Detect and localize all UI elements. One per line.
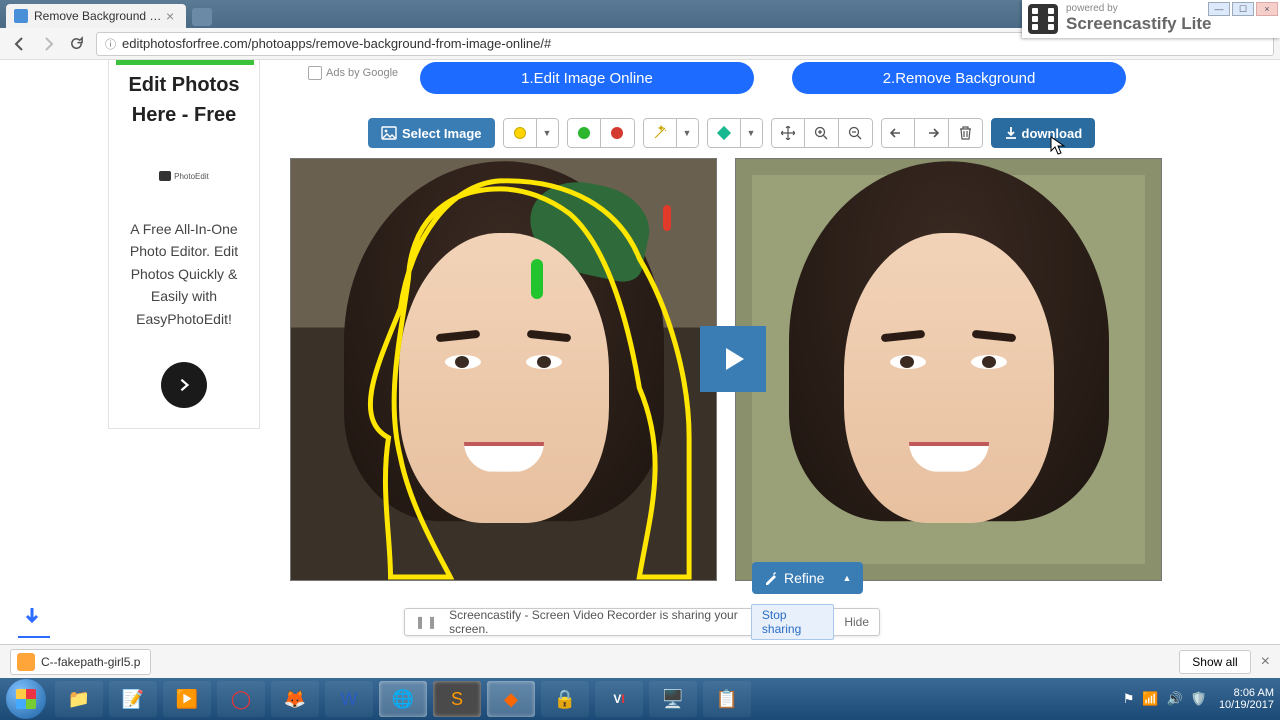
red-dot-icon (611, 127, 623, 139)
outline-yellow-dropdown[interactable]: ▼ (537, 118, 559, 148)
stop-sharing-button[interactable]: Stop sharing (751, 604, 834, 640)
task-security[interactable]: 🔒 (541, 681, 589, 717)
window-controls: — ☐ × (1208, 2, 1278, 16)
bg-color-tool[interactable] (707, 118, 741, 148)
task-notepadpp[interactable]: 📝 (109, 681, 157, 717)
browser-window: Remove Background Fro × ⓘ editphotosforf… (0, 0, 1280, 678)
show-all-downloads[interactable]: Show all (1179, 650, 1250, 674)
remove-red-stroke (663, 205, 671, 231)
ad-logo: PhotoEdit (144, 168, 224, 184)
magic-wand-dropdown[interactable]: ▼ (677, 118, 699, 148)
task-misc[interactable]: 📋 (703, 681, 751, 717)
reload-button[interactable] (64, 32, 88, 56)
keep-green-tool[interactable] (567, 118, 601, 148)
task-firefox[interactable]: 🦊 (271, 681, 319, 717)
ad-description: A Free All-In-One Photo Editor. Edit Pho… (117, 218, 251, 330)
system-tray: ⚑ 📶 🔊 🛡️ 8:06 AM10/19/2017 (1119, 687, 1280, 711)
green-dot-icon (578, 127, 590, 139)
forward-button[interactable] (36, 32, 60, 56)
caret-up-icon: ▲ (842, 573, 851, 583)
back-button[interactable] (8, 32, 32, 56)
teal-diamond-icon (716, 126, 730, 140)
share-banner-text: Screencastify - Screen Video Recorder is… (449, 608, 751, 636)
download-filename: C--fakepath-girl5.p (41, 655, 140, 669)
result-panel[interactable] (735, 158, 1162, 581)
portrait-face (399, 233, 609, 523)
ad-sidebar[interactable]: Edit PhotosHere - Free PhotoEdit A Free … (108, 60, 260, 429)
url-text: editphotosforfree.com/photoapps/remove-b… (122, 36, 551, 51)
tray-network-icon[interactable]: 📶 (1142, 691, 1158, 707)
hide-banner-button[interactable]: Hide (844, 615, 869, 629)
task-opera[interactable]: ◯ (217, 681, 265, 717)
outline-yellow-tool[interactable] (503, 118, 537, 148)
download-button[interactable]: download (991, 118, 1096, 148)
task-sublime[interactable]: S (433, 681, 481, 717)
download-progress-icon (20, 605, 48, 633)
task-app-orange[interactable]: ◆ (487, 681, 535, 717)
file-icon (17, 653, 35, 671)
play-button[interactable] (700, 326, 766, 392)
task-explorer[interactable]: 📁 (55, 681, 103, 717)
keep-green-stroke (531, 259, 543, 299)
task-chrome[interactable]: 🌐 (379, 681, 427, 717)
screen-share-banner: ❚❚ Screencastify - Screen Video Recorder… (404, 608, 880, 636)
new-tab-button[interactable] (192, 8, 212, 26)
source-panel[interactable] (290, 158, 717, 581)
tray-flag-icon[interactable]: ⚑ (1123, 691, 1135, 707)
yellow-dot-icon (514, 127, 526, 139)
start-button[interactable] (6, 679, 46, 719)
bg-color-dropdown[interactable]: ▼ (741, 118, 763, 148)
tab-favicon (14, 9, 28, 23)
browser-tab[interactable]: Remove Background Fro × (6, 4, 186, 28)
pause-icon[interactable]: ❚❚ (415, 615, 439, 629)
delete-button[interactable] (949, 118, 983, 148)
maximize-button[interactable]: ☐ (1232, 2, 1254, 16)
download-progress-bar (18, 636, 50, 638)
ad-title: Edit PhotosHere - Free (117, 70, 251, 130)
redo-button[interactable] (915, 118, 949, 148)
minimize-button[interactable]: — (1208, 2, 1230, 16)
site-info-icon[interactable]: ⓘ (105, 36, 116, 52)
editor-toolbar: Select Image ▼ ▼ ▼ (368, 118, 1103, 148)
step-remove-background[interactable]: 2.Remove Background (792, 62, 1126, 94)
move-tool[interactable] (771, 118, 805, 148)
task-wmplayer[interactable]: ▶️ (163, 681, 211, 717)
task-device[interactable]: 🖥️ (649, 681, 697, 717)
tray-clock[interactable]: 8:06 AM10/19/2017 (1219, 687, 1274, 711)
select-image-button[interactable]: Select Image (368, 118, 495, 148)
tab-title: Remove Background Fro (34, 9, 166, 23)
windows-taskbar: 📁 📝 ▶️ ◯ 🦊 W 🌐 S ◆ 🔒 VI 🖥️ 📋 ⚑ 📶 🔊 🛡️ 8:… (0, 678, 1280, 720)
task-word[interactable]: W (325, 681, 373, 717)
undo-button[interactable] (881, 118, 915, 148)
step-edit-image-online[interactable]: 1.Edit Image Online (420, 62, 754, 94)
download-shelf: C--fakepath-girl5.p Show all × (0, 644, 1280, 678)
task-vnc[interactable]: VI (595, 681, 643, 717)
close-window-button[interactable]: × (1256, 2, 1278, 16)
zoom-out-button[interactable] (839, 118, 873, 148)
zoom-in-button[interactable] (805, 118, 839, 148)
ads-by-google-label[interactable]: Ads by Google (308, 66, 398, 80)
remove-red-tool[interactable] (601, 118, 635, 148)
tab-close-icon[interactable]: × (166, 10, 178, 22)
magic-wand-tool[interactable] (643, 118, 677, 148)
download-chip[interactable]: C--fakepath-girl5.p (10, 649, 151, 675)
page-content: Edit PhotosHere - Free PhotoEdit A Free … (0, 60, 1268, 678)
tray-shield-icon[interactable]: 🛡️ (1191, 691, 1207, 707)
result-face (844, 233, 1054, 523)
tray-volume-icon[interactable]: 🔊 (1167, 691, 1183, 707)
film-reel-icon (1028, 4, 1058, 34)
close-shelf-icon[interactable]: × (1261, 653, 1270, 671)
ad-next-button[interactable] (161, 362, 207, 408)
refine-button[interactable]: Refine ▲ (752, 562, 863, 594)
